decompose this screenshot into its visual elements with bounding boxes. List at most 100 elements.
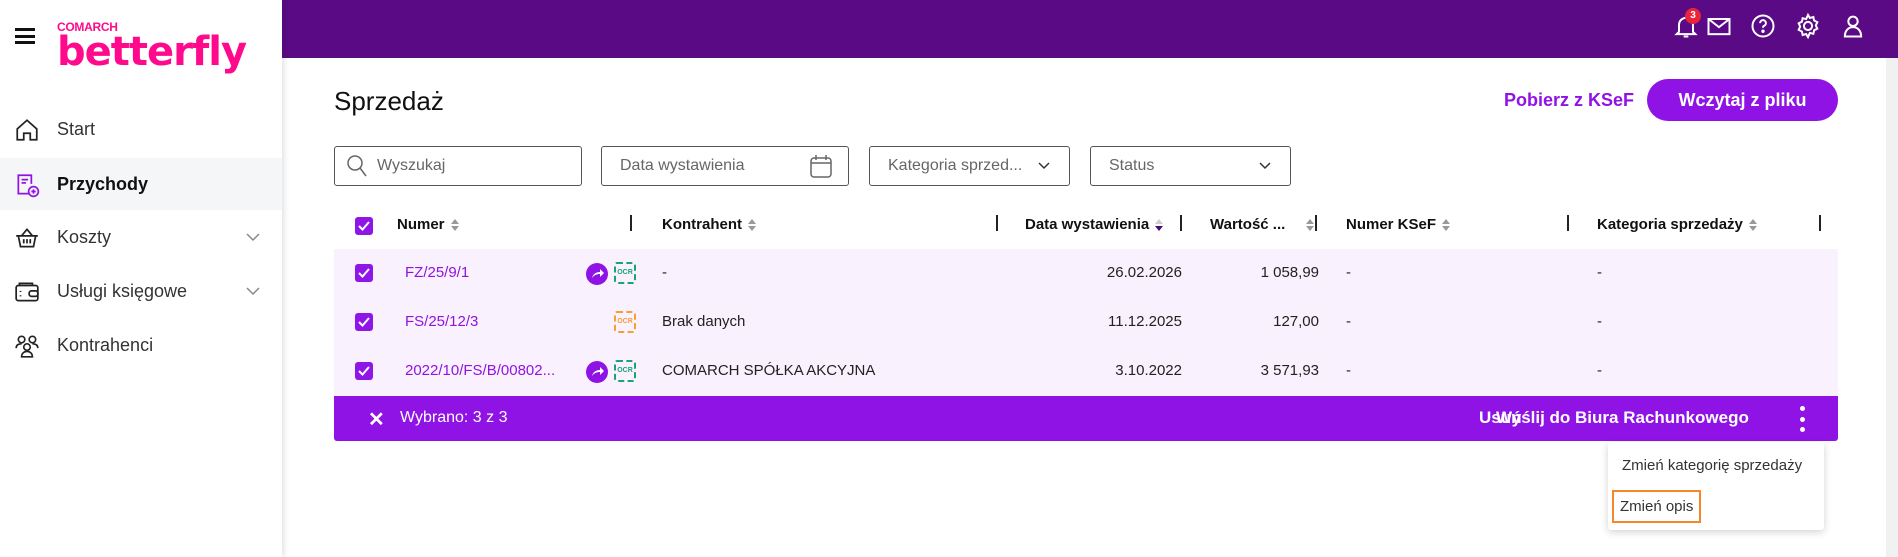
row-checkbox[interactable]: [355, 264, 373, 282]
fetch-ksef-link[interactable]: Pobierz z KSeF: [1504, 90, 1634, 111]
row-checkbox[interactable]: [355, 362, 373, 380]
top-bar: 3: [282, 0, 1898, 58]
people-icon: [14, 333, 40, 359]
date-placeholder: Data wystawienia: [620, 157, 745, 175]
ksef-number-cell: -: [1346, 362, 1351, 379]
column-resize-handle[interactable]: [630, 215, 632, 231]
column-resize-handle[interactable]: [996, 215, 998, 231]
invoice-number-link[interactable]: 2022/10/FS/B/00802...: [405, 362, 555, 379]
value-cell: 3 571,93: [1261, 362, 1319, 379]
wallet-icon: [14, 279, 40, 305]
logo[interactable]: COMARCH betterfly: [57, 20, 246, 70]
check-icon: [358, 317, 370, 327]
column-header-kontrahent[interactable]: Kontrahent: [662, 216, 757, 233]
search-placeholder: Wyszukaj: [377, 157, 445, 175]
sidebar-item-label: Koszty: [57, 227, 111, 248]
chevron-down-icon[interactable]: [245, 229, 261, 245]
column-header-wartosc[interactable]: Wartość ...: [1210, 216, 1315, 233]
check-icon: [358, 268, 370, 278]
category-cell: -: [1597, 264, 1602, 281]
mail-icon[interactable]: [1705, 12, 1733, 40]
ksef-number-cell: -: [1346, 313, 1351, 330]
kontrahent-cell: COMARCH SPÓŁKA AKCYJNA: [662, 362, 875, 379]
settings-gear-icon[interactable]: [1794, 12, 1822, 40]
logo-product: betterfly: [57, 34, 246, 70]
status-filter-dropdown[interactable]: Status: [1090, 146, 1291, 186]
more-actions-kebab-icon[interactable]: [1800, 406, 1806, 432]
clear-selection-close-icon[interactable]: ✕: [368, 407, 385, 432]
sidebar-item-label: Start: [57, 119, 95, 140]
send-to-accounting-button[interactable]: Wyślij do Biura Rachunkowego: [1496, 408, 1749, 428]
ocr-icon: OCR: [614, 262, 636, 284]
column-header-kategoria[interactable]: Kategoria sprzedaży: [1597, 216, 1758, 233]
search-input[interactable]: Wyszukaj: [334, 146, 582, 186]
sidebar-item-koszty[interactable]: Koszty: [0, 211, 282, 263]
date-cell: 3.10.2022: [1115, 362, 1182, 379]
value-cell: 1 058,99: [1261, 264, 1319, 281]
table-row[interactable]: FS/25/12/3 OCR Brak danych 11.12.2025 12…: [334, 298, 1838, 347]
notification-badge: 3: [1685, 8, 1701, 24]
status-value: Status: [1109, 157, 1154, 175]
category-cell: -: [1597, 313, 1602, 330]
chevron-down-icon: [1037, 159, 1051, 173]
column-resize-handle[interactable]: [1180, 215, 1182, 231]
menu-item-change-description[interactable]: Zmień opis: [1612, 490, 1701, 523]
search-icon: [347, 155, 367, 177]
basket-icon: [14, 225, 40, 251]
chevron-down-icon: [1258, 159, 1272, 173]
invoice-number-link[interactable]: FZ/25/9/1: [405, 264, 469, 281]
sort-icon: [1305, 218, 1315, 232]
table-row[interactable]: FZ/25/9/1 OCR - 26.02.2026 1 058,99 - -: [334, 249, 1838, 298]
sidebar-item-kontrahenci[interactable]: Kontrahenci: [0, 319, 282, 371]
ksef-number-cell: -: [1346, 264, 1351, 281]
column-header-numer[interactable]: Numer: [397, 216, 460, 233]
column-resize-handle[interactable]: [1819, 215, 1821, 231]
invoice-number-link[interactable]: FS/25/12/3: [405, 313, 478, 330]
selection-bar: ✕ Wybrano: 3 z 3 Usuń Wyślij do Biura Ra…: [334, 396, 1838, 441]
ocr-icon: OCR: [614, 360, 636, 382]
help-icon[interactable]: [1749, 12, 1777, 40]
sent-share-icon: [586, 263, 608, 285]
context-menu: Zmień kategorię sprzedaży Zmień opis: [1608, 442, 1824, 530]
selection-count: Wybrano: 3 z 3: [400, 409, 507, 427]
sidebar-item-przychody[interactable]: Przychody: [0, 158, 282, 210]
user-profile-icon[interactable]: [1839, 12, 1867, 40]
upload-file-button[interactable]: Wczytaj z pliku: [1647, 79, 1838, 121]
chevron-down-icon[interactable]: [245, 283, 261, 299]
sidebar-item-label: Kontrahenci: [57, 335, 153, 356]
sort-icon: [747, 218, 757, 232]
check-icon: [358, 221, 370, 231]
sent-share-icon: [586, 361, 608, 383]
select-all-checkbox[interactable]: [355, 217, 373, 235]
category-value: Kategoria sprzed...: [888, 157, 1022, 175]
sidebar-item-label: Usługi księgowe: [57, 281, 187, 302]
date-cell: 11.12.2025: [1108, 313, 1182, 330]
sort-icon: [1441, 218, 1451, 232]
sidebar-item-start[interactable]: Start: [0, 103, 282, 155]
date-cell: 26.02.2026: [1107, 264, 1182, 281]
sort-icon: [1748, 218, 1758, 232]
row-checkbox[interactable]: [355, 313, 373, 331]
value-cell: 127,00: [1273, 313, 1319, 330]
column-header-numer-ksef[interactable]: Numer KSeF: [1346, 216, 1451, 233]
sidebar-item-uslugi-ksiegowe[interactable]: Usługi księgowe: [0, 265, 282, 317]
column-resize-handle[interactable]: [1315, 215, 1317, 231]
check-icon: [358, 366, 370, 376]
income-icon: [14, 172, 40, 198]
date-filter[interactable]: Data wystawienia: [601, 146, 849, 186]
ocr-icon: OCR: [614, 311, 636, 333]
table-row[interactable]: 2022/10/FS/B/00802... OCR COMARCH SPÓŁKA…: [334, 347, 1838, 396]
category-filter-dropdown[interactable]: Kategoria sprzed...: [869, 146, 1070, 186]
scrollbar[interactable]: [1886, 58, 1898, 557]
calendar-icon[interactable]: [810, 154, 832, 178]
column-header-data-wystawienia[interactable]: Data wystawienia: [1025, 216, 1164, 233]
sidebar-item-label: Przychody: [57, 174, 148, 195]
column-resize-handle[interactable]: [1567, 215, 1569, 231]
hamburger-menu-icon[interactable]: [15, 28, 35, 44]
menu-item-change-category[interactable]: Zmień kategorię sprzedaży: [1622, 457, 1802, 474]
kontrahent-cell: -: [662, 264, 667, 281]
category-cell: -: [1597, 362, 1602, 379]
sidebar: COMARCH betterfly Start Przychody Koszty…: [0, 0, 282, 557]
notifications-button[interactable]: 3: [1672, 12, 1700, 40]
home-icon: [14, 117, 40, 143]
